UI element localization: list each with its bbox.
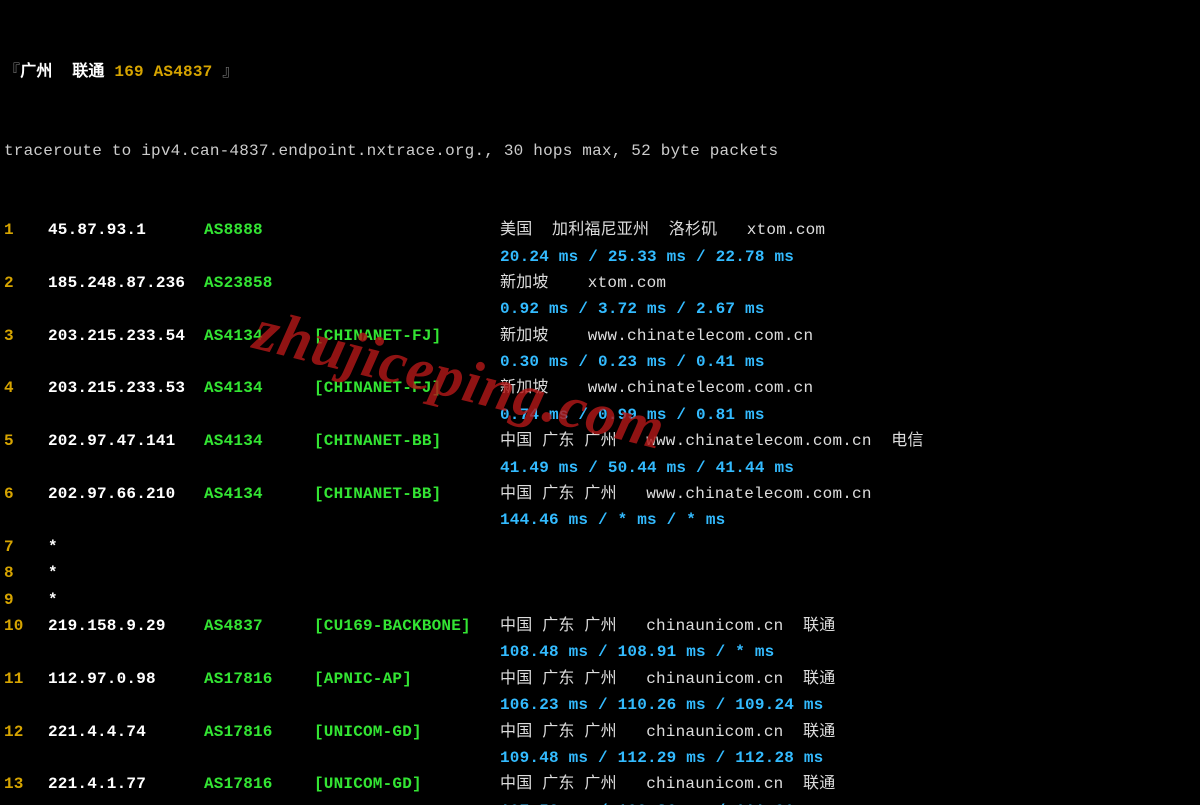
hop-location: 中国 广东 广州 chinaunicom.cn 联通 [500,719,835,745]
hop-number: 1 [4,217,48,243]
hop-row: 10219.158.9.29AS4837[CU169-BACKBONE]中国 广… [4,613,1196,639]
hop-latency: 41.49 ms / 50.44 ms / 41.44 ms [500,455,794,481]
terminal-output: 『广州 联通 169 AS4837 』 traceroute to ipv4.c… [0,0,1200,805]
header-bracket-left: 『 [4,63,20,81]
hop-row: 3203.215.233.54AS4134[CHINANET-FJ]新加坡 ww… [4,323,1196,349]
hop-latency: 144.46 ms / * ms / * ms [500,507,725,533]
hop-latency: 0.74 ms / 0.99 ms / 0.81 ms [500,402,765,428]
hop-number: 13 [4,771,48,797]
hop-location: 美国 加利福尼亚州 洛杉矶 xtom.com [500,217,825,243]
hop-row: 8* [4,560,1196,586]
hop-location: 中国 广东 广州 www.chinatelecom.com.cn 电信 [500,428,924,454]
hop-number: 9 [4,587,48,613]
hop-asn: AS8888 [204,217,314,243]
hop-ip: * [48,534,204,560]
hop-ip: * [48,560,204,586]
hop-row: 7* [4,534,1196,560]
hop-location: 新加坡 www.chinatelecom.com.cn [500,375,813,401]
hop-location: 中国 广东 广州 chinaunicom.cn 联通 [500,613,835,639]
hop-asn: AS4134 [204,375,314,401]
hop-number: 5 [4,428,48,454]
hop-ip: * [48,587,204,613]
hop-row: 145.87.93.1AS8888 美国 加利福尼亚州 洛杉矶 xtom.com [4,217,1196,243]
hop-ip: 221.4.1.77 [48,771,204,797]
hop-location: 新加坡 xtom.com [500,270,666,296]
hop-latency-row: 0.92 ms / 3.72 ms / 2.67 ms [4,296,1196,322]
hop-latency-row: 0.30 ms / 0.23 ms / 0.41 ms [4,349,1196,375]
hop-ip: 45.87.93.1 [48,217,204,243]
hop-latency: 106.23 ms / 110.26 ms / 109.24 ms [500,692,823,718]
hop-latency-row: 41.49 ms / 50.44 ms / 41.44 ms [4,455,1196,481]
hop-tag: [CHINANET-BB] [314,428,500,454]
hop-number: 11 [4,666,48,692]
hop-tag: [CHINANET-BB] [314,481,500,507]
hop-latency-row: 107.53 ms / 109.86 ms / 111.61 ms [4,798,1196,805]
hop-asn: AS17816 [204,666,314,692]
hop-row: 13221.4.1.77AS17816[UNICOM-GD]中国 广东 广州 c… [4,771,1196,797]
hop-ip: 219.158.9.29 [48,613,204,639]
header-asn: 169 AS4837 [114,63,212,81]
hop-row: 12221.4.4.74AS17816[UNICOM-GD]中国 广东 广州 c… [4,719,1196,745]
hop-row: 9* [4,587,1196,613]
hop-tag: [UNICOM-GD] [314,771,500,797]
hop-latency-row: 144.46 ms / * ms / * ms [4,507,1196,533]
hop-tag: [CHINANET-FJ] [314,375,500,401]
hop-number: 12 [4,719,48,745]
hop-latency: 109.48 ms / 112.29 ms / 112.28 ms [500,745,823,771]
header-bracket-right: 』 [212,63,238,81]
hop-number: 3 [4,323,48,349]
hop-asn: AS23858 [204,270,314,296]
hop-ip: 112.97.0.98 [48,666,204,692]
hop-row: 11112.97.0.98AS17816[APNIC-AP]中国 广东 广州 c… [4,666,1196,692]
hop-latency-row: 108.48 ms / 108.91 ms / * ms [4,639,1196,665]
hop-asn: AS17816 [204,719,314,745]
hop-latency: 108.48 ms / 108.91 ms / * ms [500,639,774,665]
hop-tag: [CHINANET-FJ] [314,323,500,349]
hop-ip: 221.4.4.74 [48,719,204,745]
traceroute-command: traceroute to ipv4.can-4837.endpoint.nxt… [4,138,1196,164]
hop-latency: 107.53 ms / 109.86 ms / 111.61 ms [500,798,823,805]
hop-tag: [CU169-BACKBONE] [314,613,500,639]
hop-asn: AS4134 [204,428,314,454]
hop-location: 中国 广东 广州 chinaunicom.cn 联通 [500,666,835,692]
hop-asn: AS4837 [204,613,314,639]
hop-location: 新加坡 www.chinatelecom.com.cn [500,323,813,349]
hop-latency-row: 0.74 ms / 0.99 ms / 0.81 ms [4,402,1196,428]
hop-number: 4 [4,375,48,401]
trace-header: 『广州 联通 169 AS4837 』 [4,59,1196,85]
hop-number: 10 [4,613,48,639]
hop-number: 2 [4,270,48,296]
hop-asn: AS17816 [204,771,314,797]
hop-row: 2185.248.87.236AS23858 新加坡 xtom.com [4,270,1196,296]
hop-tag: [APNIC-AP] [314,666,500,692]
hop-asn: AS4134 [204,481,314,507]
hop-latency: 0.92 ms / 3.72 ms / 2.67 ms [500,296,765,322]
hop-latency-row: 109.48 ms / 112.29 ms / 112.28 ms [4,745,1196,771]
hop-asn: AS4134 [204,323,314,349]
header-location: 广州 联通 [20,63,104,81]
hop-row: 5202.97.47.141AS4134[CHINANET-BB]中国 广东 广… [4,428,1196,454]
hop-latency-row: 106.23 ms / 110.26 ms / 109.24 ms [4,692,1196,718]
hop-ip: 202.97.47.141 [48,428,204,454]
hop-number: 8 [4,560,48,586]
hop-location: 中国 广东 广州 www.chinatelecom.com.cn [500,481,872,507]
hop-ip: 202.97.66.210 [48,481,204,507]
hop-latency-row: 20.24 ms / 25.33 ms / 22.78 ms [4,244,1196,270]
hop-ip: 203.215.233.53 [48,375,204,401]
hop-latency: 20.24 ms / 25.33 ms / 22.78 ms [500,244,794,270]
hop-location: 中国 广东 广州 chinaunicom.cn 联通 [500,771,835,797]
hop-number: 6 [4,481,48,507]
hop-ip: 203.215.233.54 [48,323,204,349]
hop-latency: 0.30 ms / 0.23 ms / 0.41 ms [500,349,765,375]
hop-number: 7 [4,534,48,560]
hop-row: 6202.97.66.210AS4134[CHINANET-BB]中国 广东 广… [4,481,1196,507]
hops-container: 145.87.93.1AS8888美国 加利福尼亚州 洛杉矶 xtom.com2… [4,217,1196,805]
hop-row: 4203.215.233.53AS4134[CHINANET-FJ]新加坡 ww… [4,375,1196,401]
hop-tag: [UNICOM-GD] [314,719,500,745]
hop-ip: 185.248.87.236 [48,270,204,296]
